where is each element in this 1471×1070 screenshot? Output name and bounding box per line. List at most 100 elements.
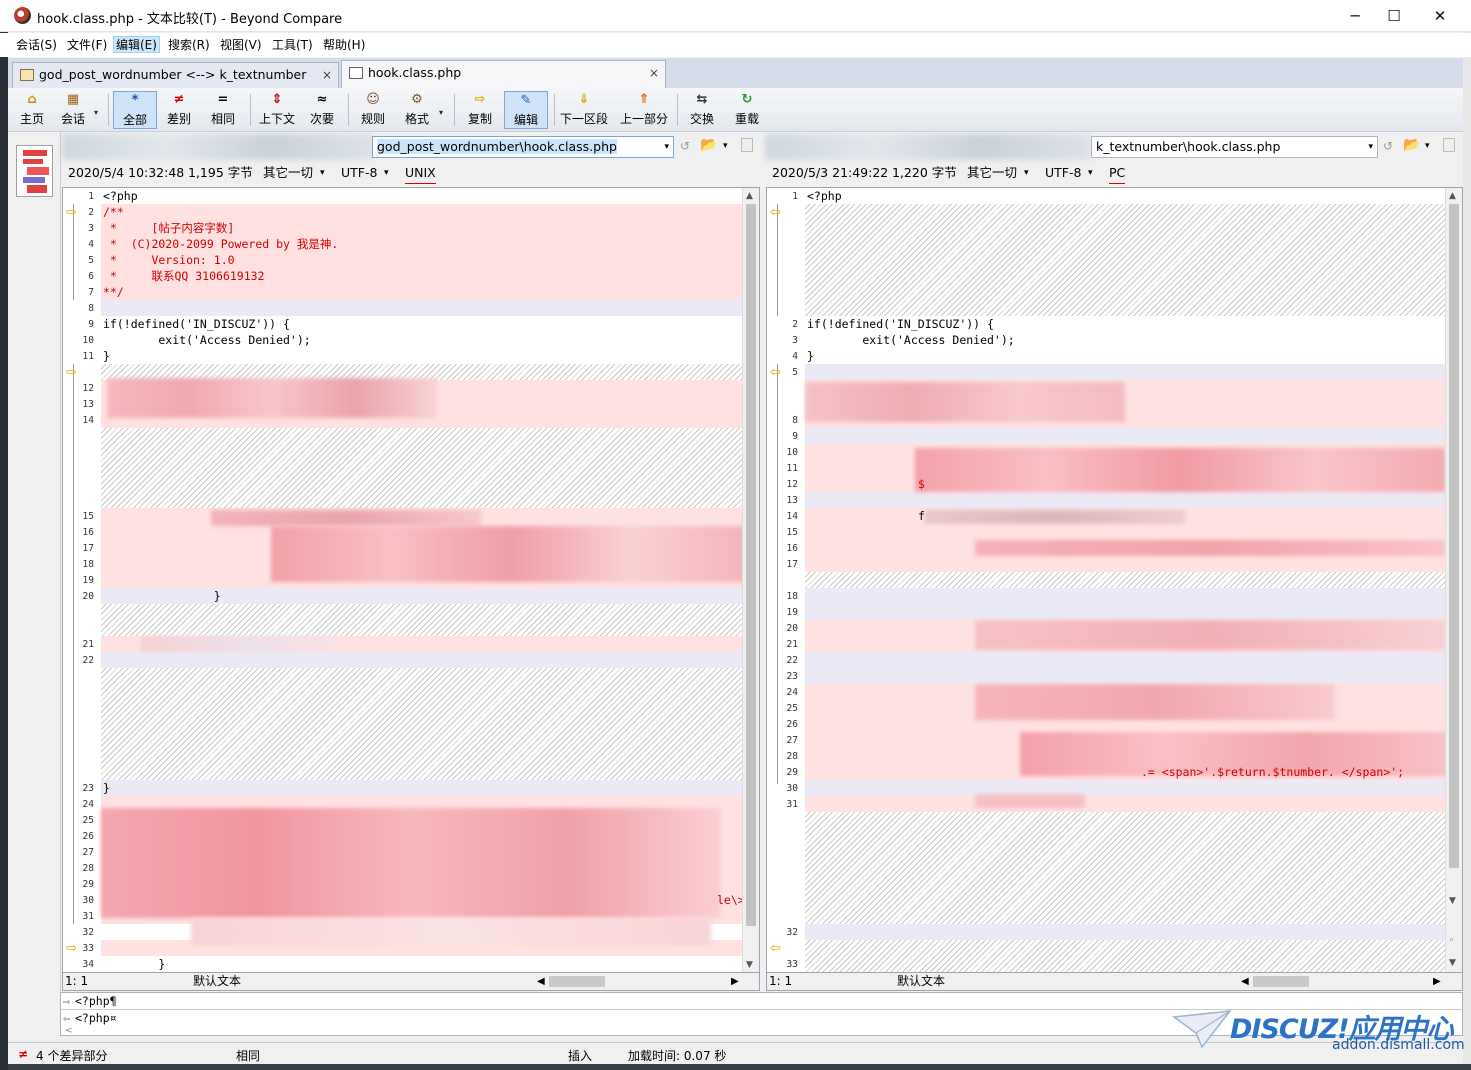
scroll-up-icon[interactable]: ▲ (746, 191, 753, 201)
diff-thumbnail-map[interactable] (16, 145, 53, 197)
home-button[interactable]: ⌂ 主页 (10, 91, 54, 129)
right-compare-mode[interactable]: 其它一切 (967, 163, 1017, 183)
session-button[interactable]: ▦ 会话 (51, 91, 95, 129)
show-diffs-button[interactable]: ≠ 差别 (157, 91, 201, 129)
left-compare-mode[interactable]: 其它一切 (263, 163, 313, 183)
right-folder-dropdown-icon[interactable]: ▾ (1425, 141, 1430, 151)
right-history-icon[interactable]: ↺ (1383, 139, 1393, 153)
format-dropdown-icon[interactable]: ▾ (439, 108, 443, 117)
right-vertical-scrollbar[interactable]: ▲ ▼ ◦ ▼ (1445, 188, 1462, 972)
right-open-folder-icon[interactable]: 📂 (1403, 137, 1420, 153)
left-encoding[interactable]: UTF-8 (341, 163, 377, 183)
window-title: hook.class.php - 文本比较(T) - Beyond Compar… (37, 12, 343, 27)
code-line (805, 924, 1445, 940)
right-code-area[interactable]: <?php if(!defined('IN_DISCUZ')) { exit('… (805, 188, 1450, 972)
scroll-down-icon[interactable]: ▼ (746, 960, 753, 970)
diff-marker-arrow-icon[interactable]: ⇦ (770, 365, 781, 380)
left-history-icon[interactable]: ↺ (680, 139, 690, 153)
right-path-input[interactable]: k_textnumber\hook.class.php ▾ (1091, 136, 1378, 158)
left-open-folder-icon[interactable]: 📂 (700, 137, 717, 153)
scroll-down-icon[interactable]: ▼ (1449, 896, 1456, 906)
code-line: } (101, 780, 742, 796)
left-mode-dropdown-icon[interactable]: ▾ (320, 163, 325, 183)
copy-button[interactable]: ⇨ 复制 (458, 91, 502, 129)
right-encoding-dropdown-icon[interactable]: ▾ (1088, 163, 1093, 183)
right-line-ending[interactable]: PC (1109, 163, 1126, 184)
right-encoding[interactable]: UTF-8 (1045, 163, 1081, 183)
minor-button[interactable]: ≈ 次要 (300, 91, 344, 129)
thumbnail-strip (8, 132, 61, 992)
show-same-button[interactable]: = 相同 (201, 91, 245, 129)
left-save-icon[interactable] (741, 138, 753, 152)
right-text-format[interactable]: 默认文本 (897, 973, 945, 990)
tab-close-icon[interactable]: × (322, 63, 332, 87)
right-path-dropdown-icon[interactable]: ▾ (1368, 137, 1373, 157)
right-mode-dropdown-icon[interactable]: ▾ (1024, 163, 1029, 183)
scroll-down-icon[interactable]: ▼ (1449, 958, 1456, 968)
code-fragment: .= <span>'.$return.$tnumber. </span>'; (1141, 765, 1405, 779)
line-compare-right-text: <?php¤ (75, 1011, 117, 1025)
next-section-button[interactable]: ⇓ 下一区段 (558, 91, 610, 129)
diff-marker-arrow-icon[interactable]: ⇨ (66, 365, 77, 380)
diff-count-icon: ≠ (18, 1047, 29, 1061)
left-pane-footer: 1: 1 默认文本 ◀ ▶ (62, 973, 760, 991)
maximize-button[interactable]: ☐ (1371, 0, 1417, 32)
scroll-up-icon[interactable]: ▲ (1449, 191, 1456, 201)
menu-session[interactable]: 会话(S) (14, 37, 59, 54)
left-path-input[interactable]: god_post_wordnumber\hook.class.php ▾ (372, 136, 674, 158)
diff-marker-arrow-icon[interactable]: ⇦ (770, 205, 781, 220)
diff-marker-arrow-icon[interactable]: ⇦ (770, 941, 781, 956)
hscroll-left-icon[interactable]: < (65, 1026, 73, 1036)
prev-section-button[interactable]: ⇑ 上一部分 (617, 91, 671, 129)
close-button[interactable]: ✕ (1417, 0, 1463, 32)
left-cursor-position: 1: 1 (65, 974, 89, 988)
session-dropdown-icon[interactable]: ▾ (94, 108, 98, 117)
diff-marker-arrow-icon[interactable]: ⇨ (66, 941, 77, 956)
tab-close-icon[interactable]: × (649, 61, 659, 85)
right-date: 2020/5/3 21:49:22 (772, 165, 889, 180)
home-icon: ⌂ (27, 92, 37, 107)
menu-search[interactable]: 搜索(R) (166, 37, 212, 54)
left-code-area[interactable]: <?php /** * [帖子内容字数] * (C)2020-2099 Powe… (101, 188, 751, 972)
tab-text-compare[interactable]: hook.class.php × (341, 60, 666, 88)
redacted-path (765, 134, 1091, 160)
hscroll-left-icon[interactable]: ◀ (537, 973, 545, 990)
toolbar-separator (348, 94, 349, 126)
diff-marker-arrow-icon[interactable]: ⇨ (66, 205, 77, 220)
tab-folder-compare[interactable]: god_post_wordnumber <--> k_textnumber × (12, 62, 339, 88)
left-encoding-dropdown-icon[interactable]: ▾ (384, 163, 389, 183)
left-text-pane[interactable]: 123 456 789 10 11 12 13 14 15 16 17 18 19 20 21 … (62, 187, 760, 973)
context-button[interactable]: ⇕ 上下文 (255, 91, 299, 129)
left-text-format[interactable]: 默认文本 (193, 973, 241, 990)
right-save-icon[interactable] (1443, 138, 1455, 152)
scroll-thumb[interactable] (746, 204, 756, 926)
menu-file[interactable]: 文件(F) (65, 37, 109, 54)
left-path-dropdown-icon[interactable]: ▾ (664, 137, 669, 157)
hscroll-left-icon[interactable]: ◀ (1241, 973, 1249, 990)
toolbar-separator (677, 94, 678, 126)
menu-help[interactable]: 帮助(H) (321, 37, 367, 54)
left-vertical-scrollbar[interactable]: ▲ ▼ (742, 188, 759, 972)
edit-button[interactable]: ✎ 编辑 (504, 91, 548, 129)
toolbar-separator (250, 94, 251, 126)
format-button[interactable]: ⚙ 格式 (395, 91, 439, 129)
code-line: * Version: 1.0 (101, 252, 742, 268)
show-all-button[interactable]: * 全部 (113, 91, 157, 129)
left-folder-dropdown-icon[interactable]: ▾ (723, 141, 728, 151)
hscroll-right-icon[interactable]: ▶ (1433, 973, 1441, 990)
menu-tools[interactable]: 工具(T) (270, 37, 315, 54)
left-hscroll-thumb[interactable] (549, 976, 605, 987)
right-text-pane[interactable]: 123 458 9 10 11 12 13 14 15 16 17 18 19 20 21 22 2… (766, 187, 1463, 973)
code-line: /** (101, 204, 742, 220)
code-line: exit('Access Denied'); (805, 332, 1445, 348)
swap-button[interactable]: ⇆ 交换 (680, 91, 724, 129)
hscroll-right-icon[interactable]: ▶ (731, 973, 739, 990)
rules-button[interactable]: ☺ 规则 (351, 91, 395, 129)
right-hscroll-thumb[interactable] (1253, 976, 1309, 987)
menu-view[interactable]: 视图(V) (218, 37, 264, 54)
reload-button[interactable]: ↻ 重载 (725, 91, 769, 129)
scroll-split-icon[interactable]: ◦ (1449, 936, 1454, 946)
menu-edit[interactable]: 编辑(E) (113, 36, 160, 53)
scroll-thumb[interactable] (1449, 204, 1459, 868)
left-line-ending[interactable]: UNIX (405, 163, 436, 184)
